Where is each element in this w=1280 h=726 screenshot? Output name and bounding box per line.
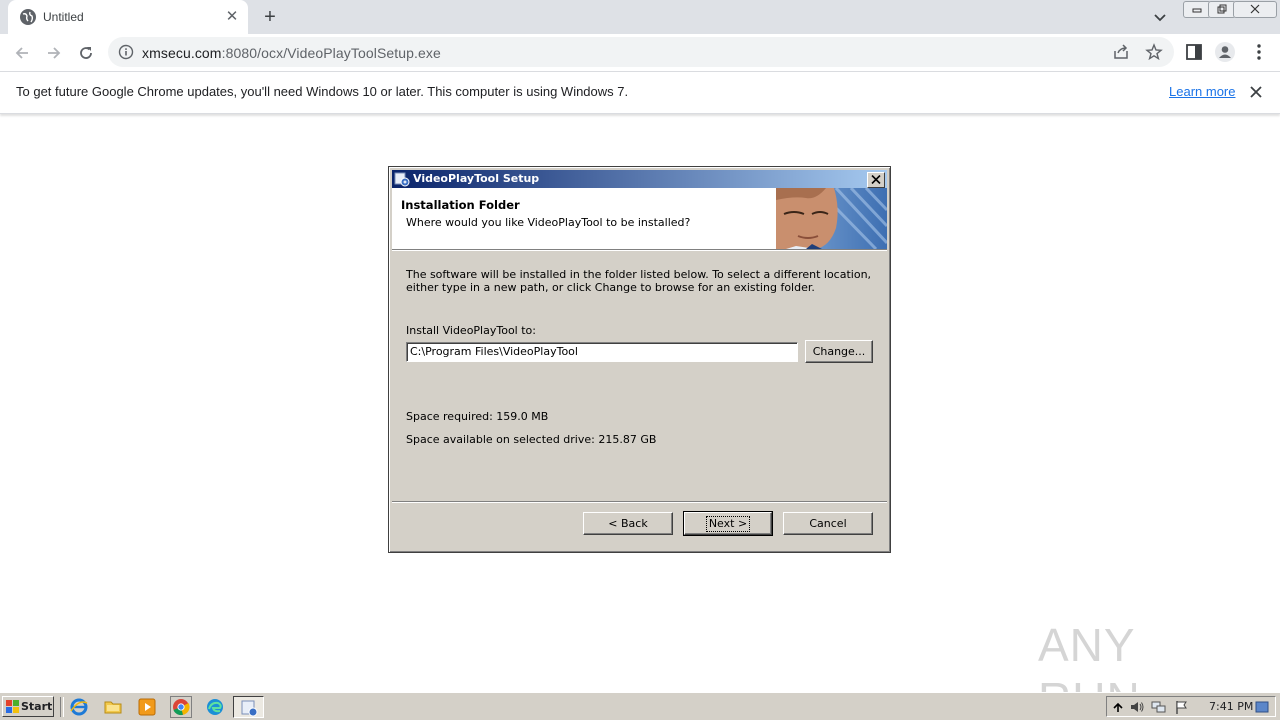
- infobar-message: To get future Google Chrome updates, you…: [16, 84, 629, 99]
- action-center-flag-icon[interactable]: [1174, 699, 1190, 715]
- setup-app-icon: [394, 171, 410, 187]
- window-close-button[interactable]: [1233, 1, 1277, 18]
- reload-icon[interactable]: [73, 40, 99, 66]
- minimize-button[interactable]: [1183, 1, 1211, 18]
- network-icon[interactable]: [1151, 699, 1167, 715]
- new-tab-button[interactable]: +: [258, 6, 282, 28]
- space-available-text: Space available on selected drive: 215.8…: [406, 433, 657, 446]
- back-button-label: < Back: [608, 517, 648, 530]
- menu-kebab-icon[interactable]: [1248, 41, 1270, 63]
- tab-search-chevron-icon[interactable]: [1150, 7, 1170, 27]
- start-button[interactable]: Start: [2, 696, 54, 717]
- tab-strip: Untitled ✕ +: [0, 0, 1280, 34]
- taskbar-setup-window[interactable]: [233, 696, 264, 718]
- address-bar[interactable]: xmsecu.com:8080/ocx/VideoPlayToolSetup.e…: [108, 37, 1174, 67]
- globe-icon: [20, 9, 36, 25]
- quicklaunch-separator: [60, 697, 64, 717]
- header-title: Installation Folder: [401, 198, 520, 212]
- instruction-text: The software will be installed in the fo…: [406, 268, 872, 294]
- url-path: :8080/ocx/VideoPlayToolSetup.exe: [221, 45, 441, 61]
- edge-icon[interactable]: [205, 697, 225, 717]
- show-desktop-icon[interactable]: [1255, 699, 1269, 715]
- taskbar-clock[interactable]: 7:41 PM: [1209, 700, 1253, 713]
- volume-icon[interactable]: [1129, 699, 1145, 715]
- restore-button[interactable]: [1208, 1, 1236, 18]
- dialog-header-panel: Installation Folder Where would you like…: [392, 188, 887, 250]
- infobar-close-icon[interactable]: [1247, 83, 1265, 101]
- dialog-close-icon[interactable]: [867, 172, 885, 188]
- dialog-title: VideoPlayTool Setup: [413, 172, 540, 185]
- forward-arrow-icon[interactable]: [41, 40, 67, 66]
- bookmark-star-icon[interactable]: [1145, 43, 1163, 61]
- install-location-label: Install VideoPlayTool to:: [406, 324, 536, 337]
- profile-avatar-icon[interactable]: [1214, 41, 1236, 63]
- side-panel-icon[interactable]: [1183, 41, 1205, 63]
- chrome-icon[interactable]: [170, 696, 192, 718]
- windows-logo-icon: [6, 700, 20, 713]
- header-separator: [392, 250, 887, 251]
- anyrun-watermark: ANY RUN: [1038, 612, 1238, 725]
- share-icon[interactable]: [1112, 43, 1130, 61]
- change-button[interactable]: Change...: [805, 340, 873, 363]
- back-arrow-icon[interactable]: [9, 40, 35, 66]
- windows-taskbar: Start 7:41 PM: [0, 692, 1280, 720]
- ie-icon[interactable]: [69, 697, 89, 717]
- space-required-text: Space required: 159.0 MB: [406, 410, 549, 423]
- tab-title: Untitled: [43, 10, 84, 24]
- system-tray: 7:41 PM: [1106, 696, 1276, 717]
- explorer-icon[interactable]: [103, 697, 123, 717]
- update-infobar: To get future Google Chrome updates, you…: [0, 71, 1280, 114]
- url-text[interactable]: xmsecu.com:8080/ocx/VideoPlayToolSetup.e…: [142, 45, 441, 61]
- footer-separator: [392, 501, 887, 503]
- browser-toolbar: xmsecu.com:8080/ocx/VideoPlayToolSetup.e…: [0, 34, 1280, 71]
- media-player-icon[interactable]: [137, 697, 157, 717]
- dialog-titlebar[interactable]: VideoPlayTool Setup: [392, 170, 887, 188]
- setup-dialog: VideoPlayTool Setup Installation Folder …: [388, 166, 891, 553]
- next-button[interactable]: Next >: [683, 511, 773, 536]
- change-button-label: Change...: [812, 345, 866, 358]
- url-host: xmsecu.com: [142, 45, 222, 61]
- site-info-icon[interactable]: [118, 44, 134, 60]
- install-path-field[interactable]: C:\Program Files\VideoPlayTool: [406, 342, 798, 362]
- learn-more-link[interactable]: Learn more: [1169, 84, 1235, 99]
- header-subtitle: Where would you like VideoPlayTool to be…: [406, 216, 691, 229]
- show-hidden-icons-arrow-icon[interactable]: [1110, 699, 1126, 715]
- header-banner-image: [776, 188, 887, 249]
- back-button[interactable]: < Back: [583, 512, 673, 535]
- start-label: Start: [21, 700, 53, 713]
- next-button-label: Next >: [705, 516, 751, 532]
- cancel-button[interactable]: Cancel: [783, 512, 873, 535]
- cancel-button-label: Cancel: [809, 517, 847, 530]
- setup-icon: [239, 698, 259, 718]
- browser-tab[interactable]: Untitled ✕: [8, 0, 248, 34]
- tab-close-icon[interactable]: ✕: [222, 7, 242, 27]
